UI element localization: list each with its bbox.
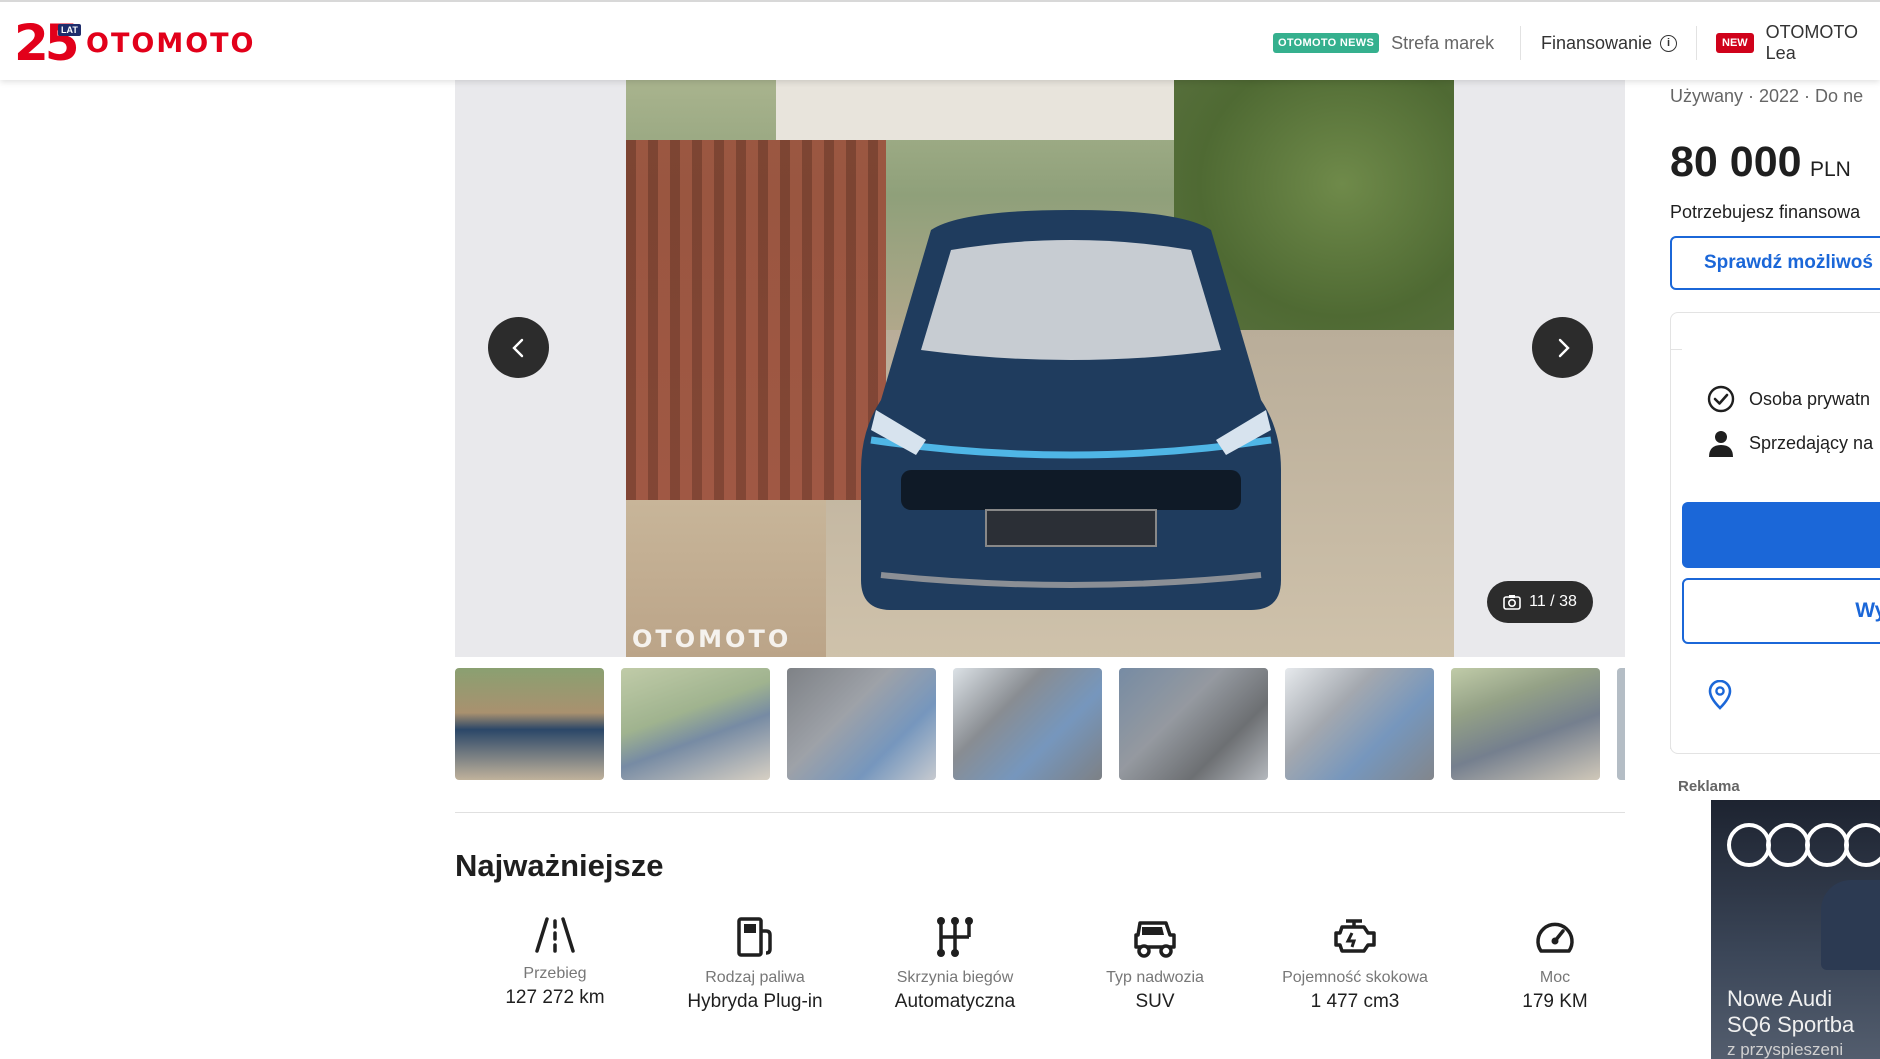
contact-seller-button[interactable] xyxy=(1682,502,1880,568)
thumbnail[interactable] xyxy=(455,668,604,780)
seller-since-text: Sprzedający na xyxy=(1749,432,1874,453)
seller-since: Sprzedający na xyxy=(1707,429,1873,457)
camera-icon xyxy=(1503,595,1521,610)
audi-advert[interactable]: Nowe Audi SQ6 Sportba z przyspieszeni xyxy=(1711,800,1880,1059)
ad-headline: Nowe Audi SQ6 Sportba xyxy=(1727,986,1854,1038)
thumbnail[interactable] xyxy=(621,668,770,780)
fuel-pump-icon xyxy=(737,917,772,957)
logo-lat: LAT xyxy=(58,24,81,36)
info-icon[interactable]: i xyxy=(1660,34,1678,52)
car-body-icon xyxy=(1134,921,1176,958)
spec-label: Przebieg xyxy=(523,965,587,982)
seller-type-text: Osoba prywatn xyxy=(1749,388,1871,409)
anniversary-mark: 25 LAT xyxy=(14,14,82,72)
ad-headline-line1: Nowe Audi xyxy=(1727,986,1833,1011)
car-front-image xyxy=(861,210,1281,610)
chevron-right-icon xyxy=(1558,338,1570,357)
thumbnail-strip xyxy=(455,668,1625,780)
ad-label: Reklama xyxy=(1678,778,1740,795)
main-photo[interactable]: OTOMOTO xyxy=(626,80,1454,657)
spec-value: 1 477 cm3 xyxy=(1310,991,1400,1012)
news-badge: OTOMOTO NEWS xyxy=(1273,33,1380,53)
photo-sky xyxy=(776,80,1196,140)
nav-divider xyxy=(1696,26,1697,60)
photo-gallery: OTOMOTO 11 / 38 xyxy=(455,80,1625,657)
spec-label: Rodzaj paliwa xyxy=(705,969,805,986)
listing-meta: Używany · 2022 · Do ne xyxy=(1670,86,1864,106)
ad-headline-line2: SQ6 Sportba xyxy=(1727,1012,1855,1037)
user-icon xyxy=(1709,431,1733,457)
spec-gearbox: Skrzynia biegów Automatyczna xyxy=(855,915,1055,1013)
thumbnail[interactable] xyxy=(1285,668,1434,780)
logo-number: 25 xyxy=(14,14,80,72)
nav-brands[interactable]: OTOMOTO NEWS Strefa marek xyxy=(1273,28,1494,58)
spec-value: 127 272 km xyxy=(505,987,605,1008)
price-amount: 80 000 xyxy=(1670,138,1802,186)
nav-divider xyxy=(1520,26,1521,60)
listing-price: 80 000 PLN xyxy=(1670,138,1851,187)
thumbnail[interactable] xyxy=(787,668,936,780)
thumbnail[interactable] xyxy=(953,668,1102,780)
ad-car-image xyxy=(1821,880,1880,970)
spec-value: Hybryda Plug-in xyxy=(687,991,823,1012)
road-icon xyxy=(535,917,575,953)
check-financing-button[interactable]: Sprawdź możliwoś xyxy=(1670,236,1880,290)
photo-counter-text: 11 / 38 xyxy=(1529,593,1577,610)
check-circle-icon xyxy=(1707,385,1735,413)
thumbnail[interactable] xyxy=(1451,668,1600,780)
next-photo-button[interactable] xyxy=(1532,317,1593,378)
spec-value: 179 KM xyxy=(1522,991,1588,1012)
brands-link[interactable]: Strefa marek xyxy=(1391,33,1494,54)
spec-value: Automatyczna xyxy=(894,991,1016,1012)
speedometer-icon xyxy=(1536,922,1574,953)
ad-subtext: z przyspieszeni xyxy=(1727,1040,1844,1059)
photo-watermark: OTOMOTO xyxy=(632,625,792,653)
new-badge: NEW xyxy=(1716,33,1754,53)
thumbnail[interactable] xyxy=(1617,668,1625,780)
seller-type: Osoba prywatn xyxy=(1707,385,1870,413)
spec-power: Moc 179 KM xyxy=(1455,915,1655,1013)
section-divider xyxy=(455,812,1625,813)
otomoto-logo[interactable]: 25 LAT OTOMOTO xyxy=(14,14,256,72)
audi-rings-logo xyxy=(1727,823,1880,867)
nav-leasing[interactable]: NEW OTOMOTO Lea xyxy=(1716,22,1880,63)
spec-fuel: Rodzaj paliwa Hybryda Plug-in xyxy=(655,915,855,1013)
spec-body-type: Typ nadwozia SUV xyxy=(1055,915,1255,1013)
financing-link[interactable]: Finansowanie xyxy=(1541,33,1652,54)
spec-label: Skrzynia biegów xyxy=(896,969,1014,986)
card-fold xyxy=(1670,349,1682,749)
nav-financing[interactable]: Finansowanie i xyxy=(1541,28,1678,58)
listing-sidebar: Używany · 2022 · Do ne 80 000 PLN Potrze… xyxy=(1648,80,1880,1059)
spec-value: SUV xyxy=(1135,991,1175,1012)
previous-photo-button[interactable] xyxy=(488,317,549,378)
spec-displacement: Pojemność skokowa 1 477 cm3 xyxy=(1255,915,1455,1013)
top-bar: 25 LAT OTOMOTO OTOMOTO NEWS Strefa marek… xyxy=(0,0,1880,80)
leasing-link[interactable]: OTOMOTO Lea xyxy=(1766,22,1880,64)
engine-icon xyxy=(1334,919,1376,953)
highlights-list: Przebieg 127 272 km Rodzaj paliwa Hybryd… xyxy=(455,915,1625,1025)
send-message-button[interactable]: Wyś xyxy=(1682,578,1880,644)
chevron-left-icon xyxy=(511,338,523,357)
spec-label: Moc xyxy=(1539,969,1571,986)
photo-counter[interactable]: 11 / 38 xyxy=(1487,581,1593,623)
gearbox-icon xyxy=(937,917,973,957)
spec-mileage: Przebieg 127 272 km xyxy=(455,915,655,1009)
logo-word: OTOMOTO xyxy=(86,27,256,59)
spec-label: Typ nadwozia xyxy=(1106,969,1204,986)
spec-label: Pojemność skokowa xyxy=(1282,969,1428,986)
thumbnail[interactable] xyxy=(1119,668,1268,780)
price-currency: PLN xyxy=(1809,158,1851,181)
highlights-title: Najważniejsze xyxy=(455,848,664,883)
location-pin-icon[interactable] xyxy=(1707,680,1733,710)
financing-question: Potrzebujesz finansowa xyxy=(1670,202,1861,222)
